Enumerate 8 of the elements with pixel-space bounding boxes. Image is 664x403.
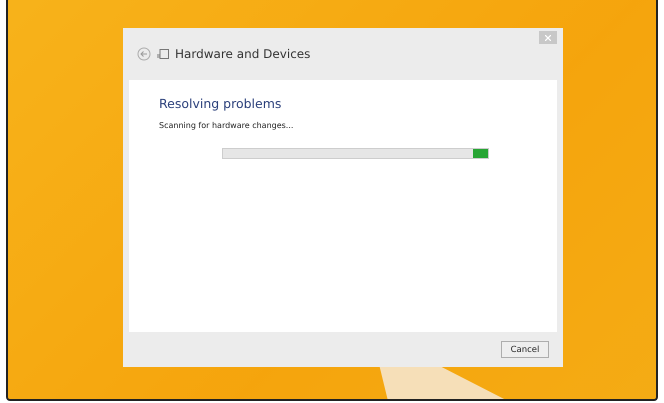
device-icon [157,49,169,59]
cancel-button[interactable]: Cancel [501,341,549,358]
page-heading: Resolving problems [159,96,282,111]
back-icon[interactable] [137,47,151,61]
status-text: Scanning for hardware changes... [159,121,294,130]
window-title: Hardware and Devices [175,47,310,61]
close-button[interactable] [539,31,557,44]
close-icon [545,34,551,40]
